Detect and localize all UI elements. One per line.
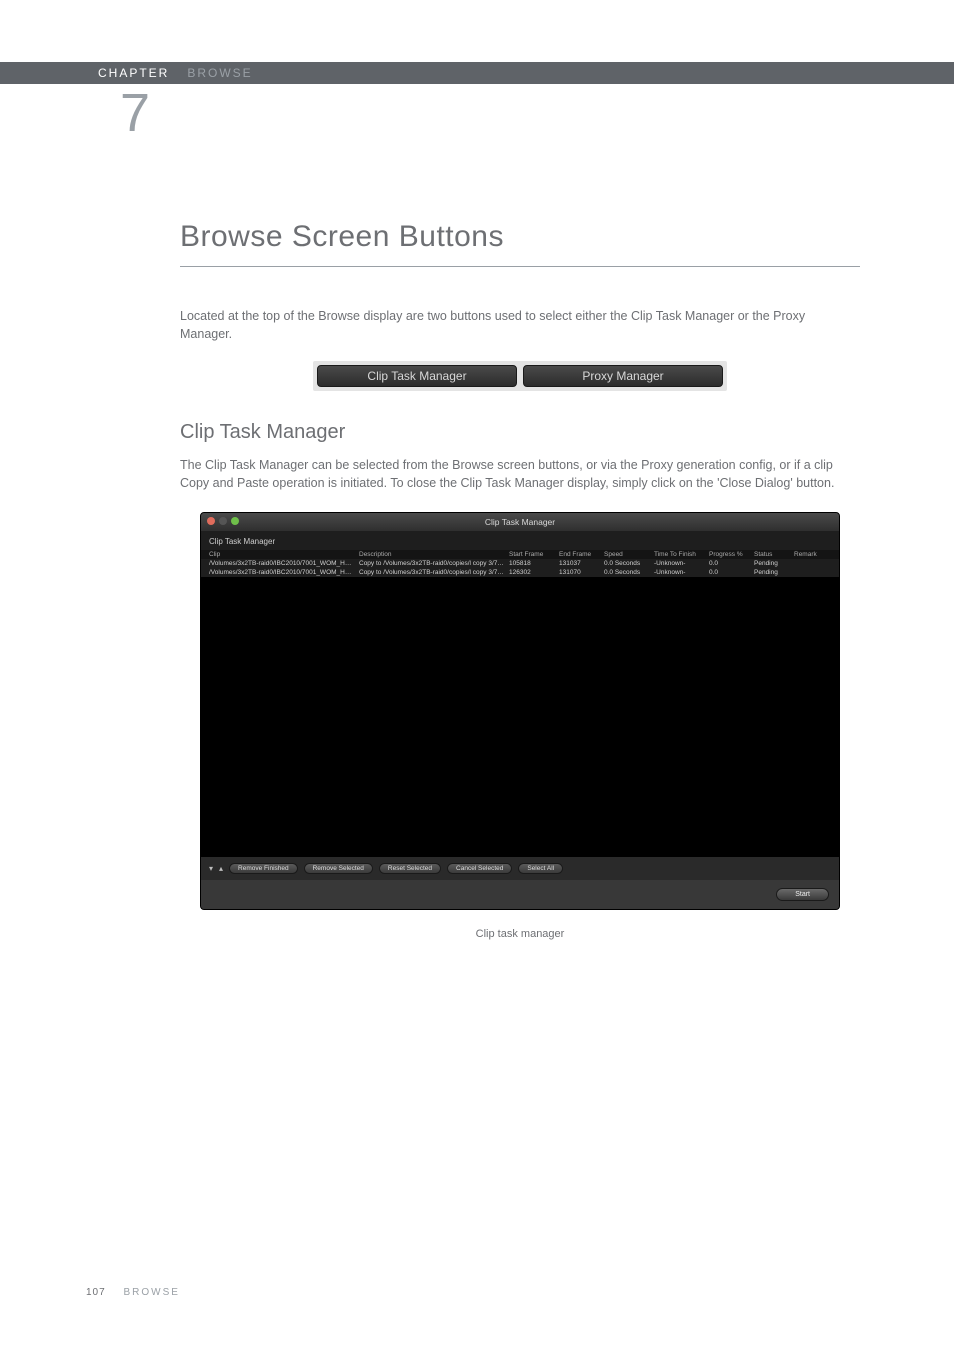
- cell-speed: 0.0 Seconds: [604, 569, 654, 576]
- col-progress: Progress %: [709, 551, 754, 558]
- window-footer: Start: [201, 880, 839, 909]
- cell-clip: /Volumes/3x2TB-raid0/IBC2010/7001_WOM_HD…: [209, 560, 359, 567]
- cancel-selected-button[interactable]: Cancel Selected: [447, 863, 512, 874]
- select-all-button[interactable]: Select All: [518, 863, 563, 874]
- col-status: Status: [754, 551, 794, 558]
- chevron-down-icon[interactable]: ▾: [209, 864, 213, 873]
- section-label: BROWSE: [187, 66, 252, 80]
- task-table: Clip Description Start Frame End Frame S…: [201, 550, 839, 577]
- cell-clip: /Volumes/3x2TB-raid0/IBC2010/7001_WOM_HD…: [209, 569, 359, 576]
- table-row[interactable]: /Volumes/3x2TB-raid0/IBC2010/7001_WOM_HD…: [201, 559, 839, 568]
- col-time-to-finish: Time To Finish: [654, 551, 709, 558]
- cell-ttf: -Unknown-: [654, 569, 709, 576]
- clip-task-manager-window: Clip Task Manager Clip Task Manager Clip…: [200, 512, 840, 910]
- cell-ttf: -Unknown-: [654, 560, 709, 567]
- table-header-row: Clip Description Start Frame End Frame S…: [201, 550, 839, 559]
- page-title: Browse Screen Buttons: [180, 220, 860, 254]
- cell-status: Pending: [754, 560, 794, 567]
- page-header-bar: CHAPTER BROWSE: [0, 62, 954, 84]
- manager-tabs-figure: Clip Task Manager Proxy Manager: [180, 361, 860, 391]
- panel-title: Clip Task Manager: [201, 531, 839, 550]
- intro-paragraph: Located at the top of the Browse display…: [180, 307, 860, 343]
- start-button[interactable]: Start: [776, 888, 829, 901]
- cell-progress: 0.0: [709, 560, 754, 567]
- cell-description: Copy to /Volumes/3x2TB-raid0/copies/l co…: [359, 569, 509, 576]
- footer-section: BROWSE: [123, 1287, 179, 1298]
- minimize-icon[interactable]: [219, 517, 227, 525]
- chapter-number: 7: [120, 82, 150, 144]
- col-end-frame: End Frame: [559, 551, 604, 558]
- window-title: Clip Task Manager: [485, 517, 555, 527]
- remove-selected-button[interactable]: Remove Selected: [304, 863, 373, 874]
- section-heading: Clip Task Manager: [180, 421, 860, 444]
- page-number: 107: [86, 1287, 106, 1298]
- col-start-frame: Start Frame: [509, 551, 559, 558]
- tabs-frame: Clip Task Manager Proxy Manager: [313, 361, 727, 391]
- col-remark: Remark: [794, 551, 840, 558]
- cell-remark: [794, 560, 840, 567]
- cell-status: Pending: [754, 569, 794, 576]
- cell-end-frame: 131070: [559, 569, 604, 576]
- section-paragraph: The Clip Task Manager can be selected fr…: [180, 456, 860, 492]
- cell-end-frame: 131037: [559, 560, 604, 567]
- remove-finished-button[interactable]: Remove Finished: [229, 863, 298, 874]
- title-rule: [180, 266, 860, 267]
- page-footer: 107 BROWSE: [86, 1287, 180, 1298]
- col-speed: Speed: [604, 551, 654, 558]
- cell-progress: 0.0: [709, 569, 754, 576]
- chapter-label: CHAPTER: [98, 66, 169, 80]
- cell-start-frame: 126302: [509, 569, 559, 576]
- window-toolbar: ▾ ▴ Remove Finished Remove Selected Rese…: [201, 857, 839, 880]
- col-clip: Clip: [209, 551, 359, 558]
- zoom-icon[interactable]: [231, 517, 239, 525]
- clip-task-manager-tab[interactable]: Clip Task Manager: [317, 365, 517, 387]
- cell-remark: [794, 569, 840, 576]
- figure-caption: Clip task manager: [180, 928, 860, 940]
- window-traffic-lights: [207, 517, 239, 525]
- reset-selected-button[interactable]: Reset Selected: [379, 863, 441, 874]
- cell-start-frame: 105818: [509, 560, 559, 567]
- table-empty-area: [201, 577, 839, 857]
- col-description: Description: [359, 551, 509, 558]
- chevron-up-icon[interactable]: ▴: [219, 864, 223, 873]
- cell-description: Copy to /Volumes/3x2TB-raid0/copies/l co…: [359, 560, 509, 567]
- cell-speed: 0.0 Seconds: [604, 560, 654, 567]
- window-titlebar: Clip Task Manager: [201, 513, 839, 531]
- close-icon[interactable]: [207, 517, 215, 525]
- table-row[interactable]: /Volumes/3x2TB-raid0/IBC2010/7001_WOM_HD…: [201, 568, 839, 577]
- proxy-manager-tab[interactable]: Proxy Manager: [523, 365, 723, 387]
